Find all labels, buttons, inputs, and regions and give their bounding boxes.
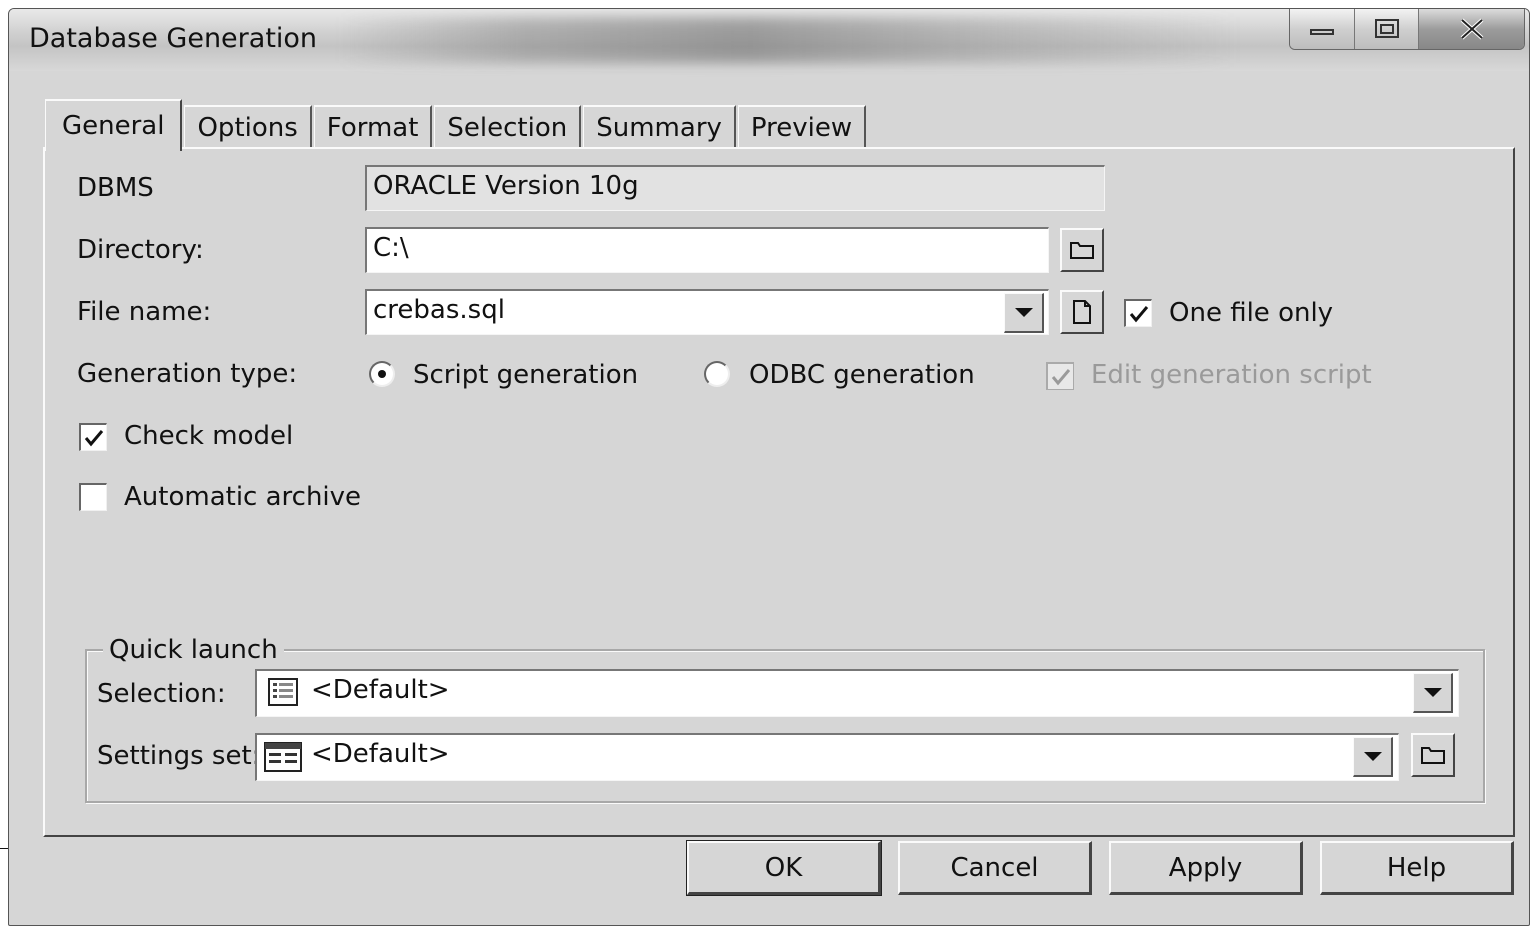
file-properties-button[interactable] (1060, 290, 1104, 334)
minimize-icon (1310, 29, 1334, 35)
browse-settings-button[interactable] (1411, 733, 1455, 777)
close-icon (1460, 18, 1483, 40)
tab-format[interactable]: Format (313, 105, 433, 149)
restore-icon (1374, 19, 1399, 38)
filename-label: File name: (77, 297, 211, 327)
filename-value: crebas.sql (373, 295, 505, 325)
odbc-generation-radio[interactable] (704, 361, 730, 387)
dbms-field: ORACLE Version 10g (365, 165, 1105, 211)
checkmark-icon (1051, 368, 1070, 385)
check-model-label[interactable]: Check model (124, 421, 293, 451)
check-model-checkbox[interactable] (79, 423, 107, 451)
selection-dropdown-arrow[interactable] (1413, 673, 1453, 713)
quick-launch-legend: Quick launch (103, 635, 284, 665)
settings-set-value: <Default> (311, 739, 450, 769)
document-icon (1073, 300, 1091, 324)
ok-button[interactable]: OK (686, 840, 882, 896)
tab-selection[interactable]: Selection (434, 105, 582, 149)
database-generation-dialog: Database Generation General Options Form… (8, 8, 1530, 926)
automatic-archive-label[interactable]: Automatic archive (124, 482, 361, 512)
close-button[interactable] (1418, 9, 1524, 49)
odbc-generation-label[interactable]: ODBC generation (749, 360, 975, 390)
settings-set-combobox[interactable]: <Default> (255, 733, 1399, 781)
generation-type-label: Generation type: (77, 359, 298, 389)
title-bar[interactable]: Database Generation (9, 9, 1529, 71)
checkmark-icon (1129, 305, 1148, 322)
settings-set-label: Settings set: (97, 741, 261, 771)
directory-label: Directory: (77, 235, 204, 265)
tab-preview[interactable]: Preview (737, 105, 867, 149)
settings-icon (264, 742, 302, 772)
selection-combobox[interactable]: <Default> (255, 669, 1459, 717)
list-icon (268, 678, 298, 706)
automatic-archive-checkbox[interactable] (79, 483, 107, 511)
window-title: Database Generation (29, 23, 318, 54)
edge-mark (0, 848, 8, 849)
filename-dropdown-arrow[interactable] (1004, 293, 1044, 333)
selection-value: <Default> (311, 675, 450, 705)
cancel-button[interactable]: Cancel (898, 841, 1092, 895)
browse-directory-button[interactable] (1060, 228, 1104, 272)
maximize-button[interactable] (1354, 9, 1418, 49)
filename-label-text: File name: (77, 297, 212, 327)
tab-strip: General Options Format Selection Summary… (45, 93, 868, 151)
checkmark-icon (84, 429, 103, 446)
script-generation-label[interactable]: Script generation (413, 360, 638, 390)
edit-generation-script-label: Edit generation script (1091, 360, 1372, 390)
window-controls (1289, 9, 1525, 50)
one-file-only-checkbox[interactable] (1124, 299, 1152, 327)
directory-field[interactable]: C:\ (365, 227, 1049, 273)
edit-generation-script-checkbox (1046, 362, 1074, 390)
filename-combobox[interactable]: crebas.sql (365, 289, 1049, 335)
help-button[interactable]: Help (1320, 841, 1514, 895)
minimize-button[interactable] (1290, 9, 1354, 49)
folder-icon (1421, 747, 1445, 764)
dbms-label: DBMS (77, 173, 154, 203)
selection-label: Selection: (97, 679, 226, 709)
tab-options[interactable]: Options (184, 105, 312, 149)
tab-summary[interactable]: Summary (583, 105, 736, 149)
script-generation-radio[interactable] (369, 361, 395, 387)
title-bar-background (339, 17, 1239, 63)
settings-set-dropdown-arrow[interactable] (1353, 737, 1393, 777)
tab-general[interactable]: General (45, 99, 183, 151)
one-file-only-label[interactable]: One file only (1169, 298, 1333, 328)
folder-icon (1070, 242, 1094, 259)
apply-button[interactable]: Apply (1109, 841, 1303, 895)
